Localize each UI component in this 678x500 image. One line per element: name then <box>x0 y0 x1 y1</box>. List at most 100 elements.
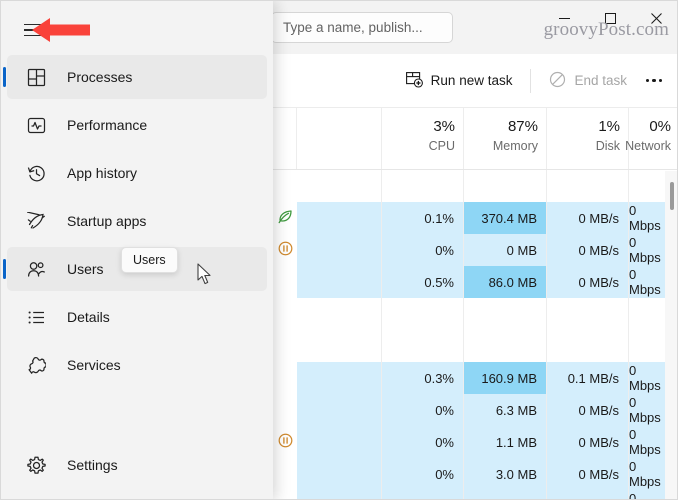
cell-cpu: 0% <box>382 234 464 266</box>
cell-name <box>297 266 382 298</box>
end-task-button[interactable]: End task <box>539 64 637 98</box>
tooltip-text: Users <box>133 253 166 267</box>
row-state-indicator <box>273 394 297 426</box>
task-manager-window: Type a name, publish... groovyPost.com R… <box>0 0 678 500</box>
cell-name <box>297 362 382 394</box>
table-row[interactable]: 0%2.7 MB0 MB/s0 Mbps <box>273 490 677 499</box>
cell-memory: 6.3 MB <box>464 394 547 426</box>
cell-cpu <box>382 330 464 362</box>
cell-memory <box>464 330 547 362</box>
sidebar-item-label: Processes <box>67 69 133 85</box>
table-body: 0.1% 370.4 MB 0 MB/s 0 Mbps 0% 0 MB 0 MB/s 0 Mb… <box>273 170 677 499</box>
cell-name <box>297 298 382 330</box>
table-row[interactable]: 0% 6.3 MB 0 MB/s 0 Mbps <box>273 394 677 426</box>
cell-name <box>297 234 382 266</box>
table-header: 3% CPU 87% Memory 1% Disk 0% Network <box>273 108 677 170</box>
column-header-memory[interactable]: 87% Memory <box>464 108 547 169</box>
cell-memory: 370.4 MB <box>464 202 547 234</box>
maximize-icon[interactable] <box>587 1 633 35</box>
more-options-button[interactable] <box>637 64 671 98</box>
cell-disk: 0.1 MB/s <box>547 362 629 394</box>
row-state-indicator <box>273 170 297 202</box>
rocket-icon <box>23 211 49 231</box>
sidebar-item-label: Services <box>67 357 121 373</box>
cell-cpu <box>382 298 464 330</box>
sidebar-item-label: Settings <box>67 457 118 473</box>
cell-cpu: 0% <box>382 490 464 499</box>
sidebar-item-label: Users <box>67 261 104 277</box>
sidebar-item-app-history[interactable]: App history <box>7 151 267 195</box>
history-icon <box>23 164 49 183</box>
red-left-arrow-icon <box>31 16 93 49</box>
table-row[interactable]: 0.5% 86.0 MB 0 MB/s 0 Mbps <box>273 266 677 298</box>
cell-name <box>297 426 382 458</box>
cell-disk: 0 MB/s <box>547 426 629 458</box>
cell-disk: 0 MB/s <box>547 266 629 298</box>
disk-label: Disk <box>595 138 620 153</box>
run-new-task-label: Run new task <box>430 73 513 88</box>
table-row[interactable] <box>273 298 677 330</box>
cell-name <box>297 202 382 234</box>
column-header-disk[interactable]: 1% Disk <box>547 108 629 169</box>
sidebar-item-startup-apps[interactable]: Startup apps <box>7 199 267 243</box>
pulse-icon <box>23 116 49 135</box>
row-state-indicator <box>273 330 297 362</box>
table-row[interactable] <box>273 330 677 362</box>
cell-name <box>297 458 382 490</box>
row-state-indicator <box>273 202 297 234</box>
list-icon <box>23 308 49 327</box>
cell-disk: 0 MB/s <box>547 202 629 234</box>
cell-memory <box>464 170 547 202</box>
cell-name <box>297 330 382 362</box>
cell-disk: 0 MB/s <box>547 394 629 426</box>
mouse-cursor <box>197 263 214 291</box>
table-row[interactable] <box>273 170 677 202</box>
disk-percent: 1% <box>598 117 620 135</box>
run-new-task-button[interactable]: Run new task <box>396 64 523 98</box>
row-state-indicator <box>273 490 297 499</box>
close-icon[interactable] <box>633 1 677 35</box>
toolbar: Run new task End task <box>273 54 677 108</box>
column-header-network[interactable]: 0% Network <box>625 108 677 169</box>
end-task-label: End task <box>574 73 627 88</box>
more-dot <box>645 78 650 83</box>
services-icon <box>23 356 49 375</box>
search-placeholder: Type a name, publish... <box>283 20 423 35</box>
column-header-status[interactable] <box>297 108 382 169</box>
cell-cpu: 0.5% <box>382 266 464 298</box>
people-icon <box>23 260 49 279</box>
table-row[interactable]: 0.1% 370.4 MB 0 MB/s 0 Mbps <box>273 202 677 234</box>
cell-name <box>297 170 382 202</box>
table-row[interactable]: 0% 3.0 MB 0 MB/s 0 Mbps <box>273 458 677 490</box>
table-row[interactable]: 0.3% 160.9 MB 0.1 MB/s 0 Mbps <box>273 362 677 394</box>
cell-disk: 0 MB/s <box>547 458 629 490</box>
network-percent: 0% <box>649 117 671 135</box>
sidebar-item-settings[interactable]: Settings <box>7 443 267 487</box>
cell-memory: 0 MB <box>464 234 547 266</box>
row-state-indicator <box>273 458 297 490</box>
table-row[interactable]: 0% 0 MB 0 MB/s 0 Mbps <box>273 234 677 266</box>
search-input[interactable]: Type a name, publish... <box>271 12 453 43</box>
cell-memory <box>464 298 547 330</box>
minimize-icon[interactable] <box>541 1 587 35</box>
cell-cpu: 0% <box>382 426 464 458</box>
sidebar-item-details[interactable]: Details <box>7 295 267 339</box>
sidebar-item-label: App history <box>67 165 138 181</box>
column-header-name[interactable] <box>273 108 297 169</box>
cell-name <box>297 394 382 426</box>
sidebar-item-performance[interactable]: Performance <box>7 103 267 147</box>
grid-icon <box>23 68 49 87</box>
column-header-cpu[interactable]: 3% CPU <box>382 108 464 169</box>
table-row[interactable]: 0% 1.1 MB 0 MB/s 0 Mbps <box>273 426 677 458</box>
cell-memory: 86.0 MB <box>464 266 547 298</box>
cell-memory: 2.7 MB <box>464 490 547 499</box>
sidebar-item-services[interactable]: Services <box>7 343 267 387</box>
table-scrollbar[interactable] <box>665 171 677 499</box>
pause-icon <box>278 433 293 451</box>
tooltip: Users <box>121 247 178 273</box>
more-dot <box>652 78 656 83</box>
cell-cpu: 0.3% <box>382 362 464 394</box>
scrollbar-thumb[interactable] <box>670 182 674 210</box>
cell-memory: 160.9 MB <box>464 362 547 394</box>
sidebar-item-processes[interactable]: Processes <box>3 55 267 99</box>
